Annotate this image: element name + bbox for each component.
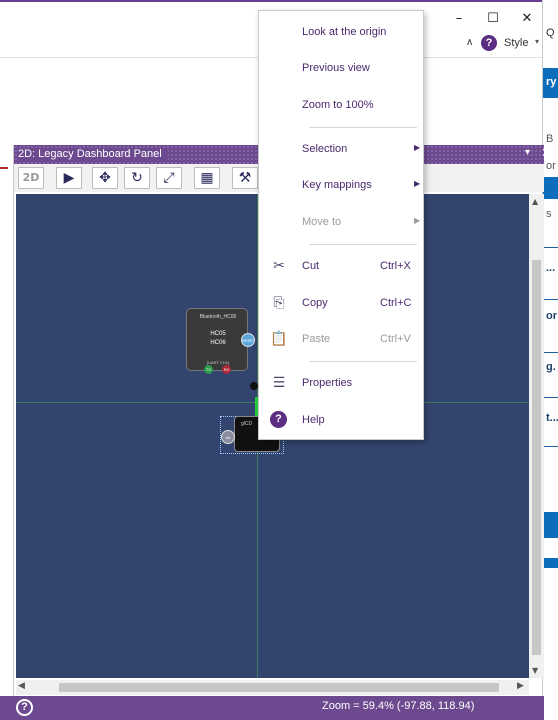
right-panel-separator <box>543 397 558 398</box>
submenu-arrow-icon: ▶ <box>414 179 421 188</box>
bluetooth-module-uart: [UART CH1] <box>206 360 230 365</box>
right-panel-fragment-dots[interactable]: ... <box>546 262 555 274</box>
grid-tool-button[interactable]: ▦ <box>194 167 220 189</box>
right-panel-separator <box>543 299 558 300</box>
status-bar-left <box>0 696 14 720</box>
right-panel-separator <box>543 247 558 248</box>
menu-item-label: Properties <box>302 377 353 389</box>
menu-item-cut[interactable]: ✂ Cut Ctrl+X <box>259 253 423 279</box>
menu-item-shortcut: Ctrl+V <box>380 333 411 345</box>
right-panel-blue-block-4 <box>543 558 558 568</box>
vertical-scrollbar[interactable]: ▲ ▼ <box>529 194 544 678</box>
menu-item-label: Previous view <box>302 62 370 74</box>
wrench-tool-button[interactable]: ⚒ <box>232 167 258 189</box>
style-dropdown-icon[interactable]: ▾ <box>535 37 539 46</box>
right-panel-fragment-b: B <box>546 133 554 145</box>
right-panel-separator <box>543 352 558 353</box>
right-panel-fragment-ry: ry <box>546 76 557 88</box>
menu-separator <box>309 127 417 128</box>
bluetooth-module[interactable]: Bluetooth_HC05 HC05 HC06 [UART CH1] TX R… <box>186 308 248 374</box>
left-marker <box>0 167 8 169</box>
bluetooth-module-line1: HC05 <box>210 331 226 337</box>
ribbon-collapse-icon[interactable]: ∧ <box>466 37 473 48</box>
scroll-up-icon[interactable]: ▲ <box>532 197 538 206</box>
app-root: – ☐ ✕ ∧ ? Style ▾ Q ry B or s ... or g. … <box>0 0 558 720</box>
right-panel-blue-block-3 <box>543 512 558 538</box>
rotate-tool-button[interactable]: ↻ <box>124 167 150 189</box>
pin-tx[interactable]: TX <box>204 365 213 374</box>
menu-item-copy[interactable]: ⎘ Copy Ctrl+C <box>259 290 423 316</box>
horizontal-scroll-thumb[interactable] <box>59 683 499 692</box>
right-panel-fragment-s: s <box>546 208 552 220</box>
right-panel-fragment-g[interactable]: g. <box>546 361 556 373</box>
close-button[interactable]: ✕ <box>517 10 537 28</box>
menu-item-look-at-origin[interactable]: Look at the origin <box>259 19 423 45</box>
bluetooth-module-line2: HC06 <box>210 340 226 346</box>
vertical-scroll-thumb[interactable] <box>532 260 541 655</box>
submenu-arrow-icon: ▶ <box>414 216 421 225</box>
right-side-panel <box>542 0 558 720</box>
paste-icon: 📋 <box>270 331 288 347</box>
menu-item-label: Cut <box>302 260 320 272</box>
pin-rx[interactable]: RX <box>222 365 231 374</box>
status-help-icon[interactable]: ? <box>16 699 33 716</box>
menu-item-help[interactable]: ? Help <box>259 407 423 433</box>
view-2d-button[interactable]: 2D <box>18 167 44 189</box>
menu-item-shortcut: Ctrl+C <box>380 297 412 309</box>
submenu-arrow-icon: ▶ <box>414 143 421 152</box>
menu-item-previous-view[interactable]: Previous view <box>259 55 423 81</box>
menu-item-label: Paste <box>302 333 331 345</box>
zoom-readout: Zoom = 59.4% (-97.88, 118.94) <box>322 700 475 712</box>
copy-icon: ⎘ <box>273 295 285 311</box>
menu-item-label: Look at the origin <box>302 26 387 38</box>
right-panel-separator <box>543 446 558 447</box>
horizontal-scrollbar[interactable]: ◀ ▶ <box>16 680 529 695</box>
panel-close-icon[interactable]: ✕ <box>541 146 552 161</box>
menu-item-zoom-100[interactable]: Zoom to 100% <box>259 92 423 118</box>
scroll-right-icon[interactable]: ▶ <box>517 681 524 691</box>
menu-item-label: Move to <box>302 216 342 228</box>
style-menu-label[interactable]: Style <box>504 37 528 49</box>
panel-title: 2D: Legacy Dashboard Panel <box>18 148 168 160</box>
connector-dot <box>250 382 258 390</box>
menu-item-paste[interactable]: 📋 Paste Ctrl+V <box>259 326 423 352</box>
menu-item-label: Zoom to 100% <box>302 99 374 111</box>
lcd-pin[interactable]: sA <box>221 430 235 444</box>
zoom-extent-button[interactable]: ⤢ <box>156 167 182 189</box>
status-bar: ? Zoom = 59.4% (-97.88, 118.94) <box>14 696 544 720</box>
right-panel-blue-block-2 <box>543 177 558 199</box>
maximize-button[interactable]: ☐ <box>483 10 503 28</box>
right-panel-fragment-or2[interactable]: or <box>546 310 557 322</box>
right-panel-fragment-q: Q <box>546 27 555 39</box>
pointer-tool-button[interactable]: ▶ <box>56 167 82 189</box>
scroll-down-icon[interactable]: ▼ <box>532 666 538 675</box>
menu-item-shortcut: Ctrl+X <box>380 260 411 272</box>
scroll-left-icon[interactable]: ◀ <box>18 681 25 691</box>
scissors-icon: ✂ <box>273 258 285 274</box>
right-panel-fragment-t[interactable]: t... <box>546 412 558 424</box>
menu-separator <box>309 361 417 362</box>
menu-item-label: Copy <box>302 297 328 309</box>
bluetooth-module-title: Bluetooth_HC05 <box>199 314 237 320</box>
menu-item-properties[interactable]: ☰ Properties <box>259 370 423 396</box>
menu-separator <box>309 244 417 245</box>
menu-item-selection[interactable]: Selection ▶ <box>259 136 423 162</box>
pan-tool-button[interactable]: ✥ <box>92 167 118 189</box>
properties-icon: ☰ <box>272 375 286 391</box>
pin-reset[interactable]: RESET <box>241 333 255 347</box>
menu-item-move-to[interactable]: Move to ▶ <box>259 209 423 235</box>
context-menu: Look at the origin Previous view Zoom to… <box>258 10 424 440</box>
menu-item-key-mappings[interactable]: Key mappings ▶ <box>259 172 423 198</box>
left-side-panel <box>0 145 14 705</box>
right-panel-fragment-or: or <box>546 160 556 172</box>
lcd-module-label: glCD <box>241 421 253 427</box>
menu-item-label: Help <box>302 414 325 426</box>
minimize-button[interactable]: – <box>449 10 469 28</box>
help-icon: ? <box>270 411 287 428</box>
menu-item-label: Key mappings <box>302 179 372 191</box>
ribbon-help-icon[interactable]: ? <box>481 35 497 51</box>
menu-item-label: Selection <box>302 143 348 155</box>
panel-dropdown-icon[interactable]: ▾ <box>525 147 530 158</box>
